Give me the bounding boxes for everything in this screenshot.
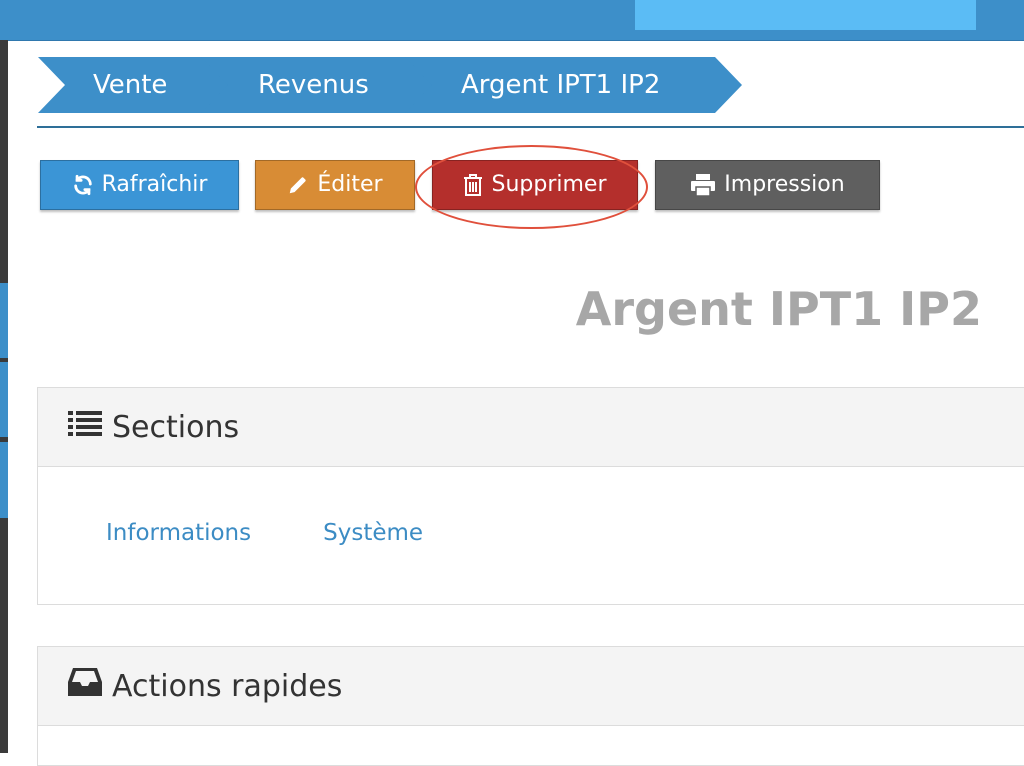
- breadcrumb-divider: [37, 126, 1024, 128]
- sidebar-segment[interactable]: [0, 442, 8, 518]
- refresh-label: Rafraîchir: [101, 172, 208, 197]
- breadcrumb-item-vente[interactable]: Vente: [38, 57, 230, 113]
- quick-actions-panel: Actions rapides: [37, 646, 1024, 766]
- sections-panel: Sections Informations Système: [37, 387, 1024, 605]
- print-button[interactable]: Impression: [655, 160, 880, 210]
- refresh-icon: [72, 174, 94, 196]
- pencil-icon: [287, 174, 309, 196]
- sidebar-segment[interactable]: [0, 362, 8, 437]
- breadcrumb-label: Revenus: [258, 70, 369, 100]
- top-bar: [0, 0, 1024, 41]
- breadcrumb-label: Vente: [93, 70, 168, 100]
- edit-label: Éditer: [317, 172, 383, 197]
- breadcrumb-item-revenus[interactable]: Revenus: [201, 57, 433, 113]
- delete-label: Supprimer: [491, 172, 607, 197]
- delete-button[interactable]: Supprimer: [432, 160, 638, 210]
- inbox-icon: [68, 667, 102, 705]
- breadcrumb-label: Argent IPT1 IP2: [461, 70, 661, 100]
- section-links: Informations Système: [106, 520, 423, 546]
- refresh-button[interactable]: Rafraîchir: [40, 160, 239, 210]
- print-label: Impression: [724, 172, 845, 197]
- quick-actions-panel-title: Actions rapides: [112, 668, 343, 704]
- quick-actions-panel-header: Actions rapides: [38, 647, 1024, 726]
- sections-panel-header: Sections: [38, 388, 1024, 467]
- trash-icon: [463, 173, 483, 197]
- section-link-informations[interactable]: Informations: [106, 520, 251, 546]
- page-title: Argent IPT1 IP2: [575, 282, 982, 336]
- printer-icon: [690, 173, 716, 197]
- left-sidebar-strip: [0, 40, 8, 753]
- sidebar-segment[interactable]: [0, 283, 8, 358]
- list-icon: [68, 409, 102, 445]
- top-action-button[interactable]: [635, 0, 976, 30]
- breadcrumb-item-current[interactable]: Argent IPT1 IP2: [405, 57, 742, 113]
- edit-button[interactable]: Éditer: [255, 160, 415, 210]
- sections-panel-title: Sections: [112, 409, 240, 445]
- section-link-systeme[interactable]: Système: [323, 520, 423, 546]
